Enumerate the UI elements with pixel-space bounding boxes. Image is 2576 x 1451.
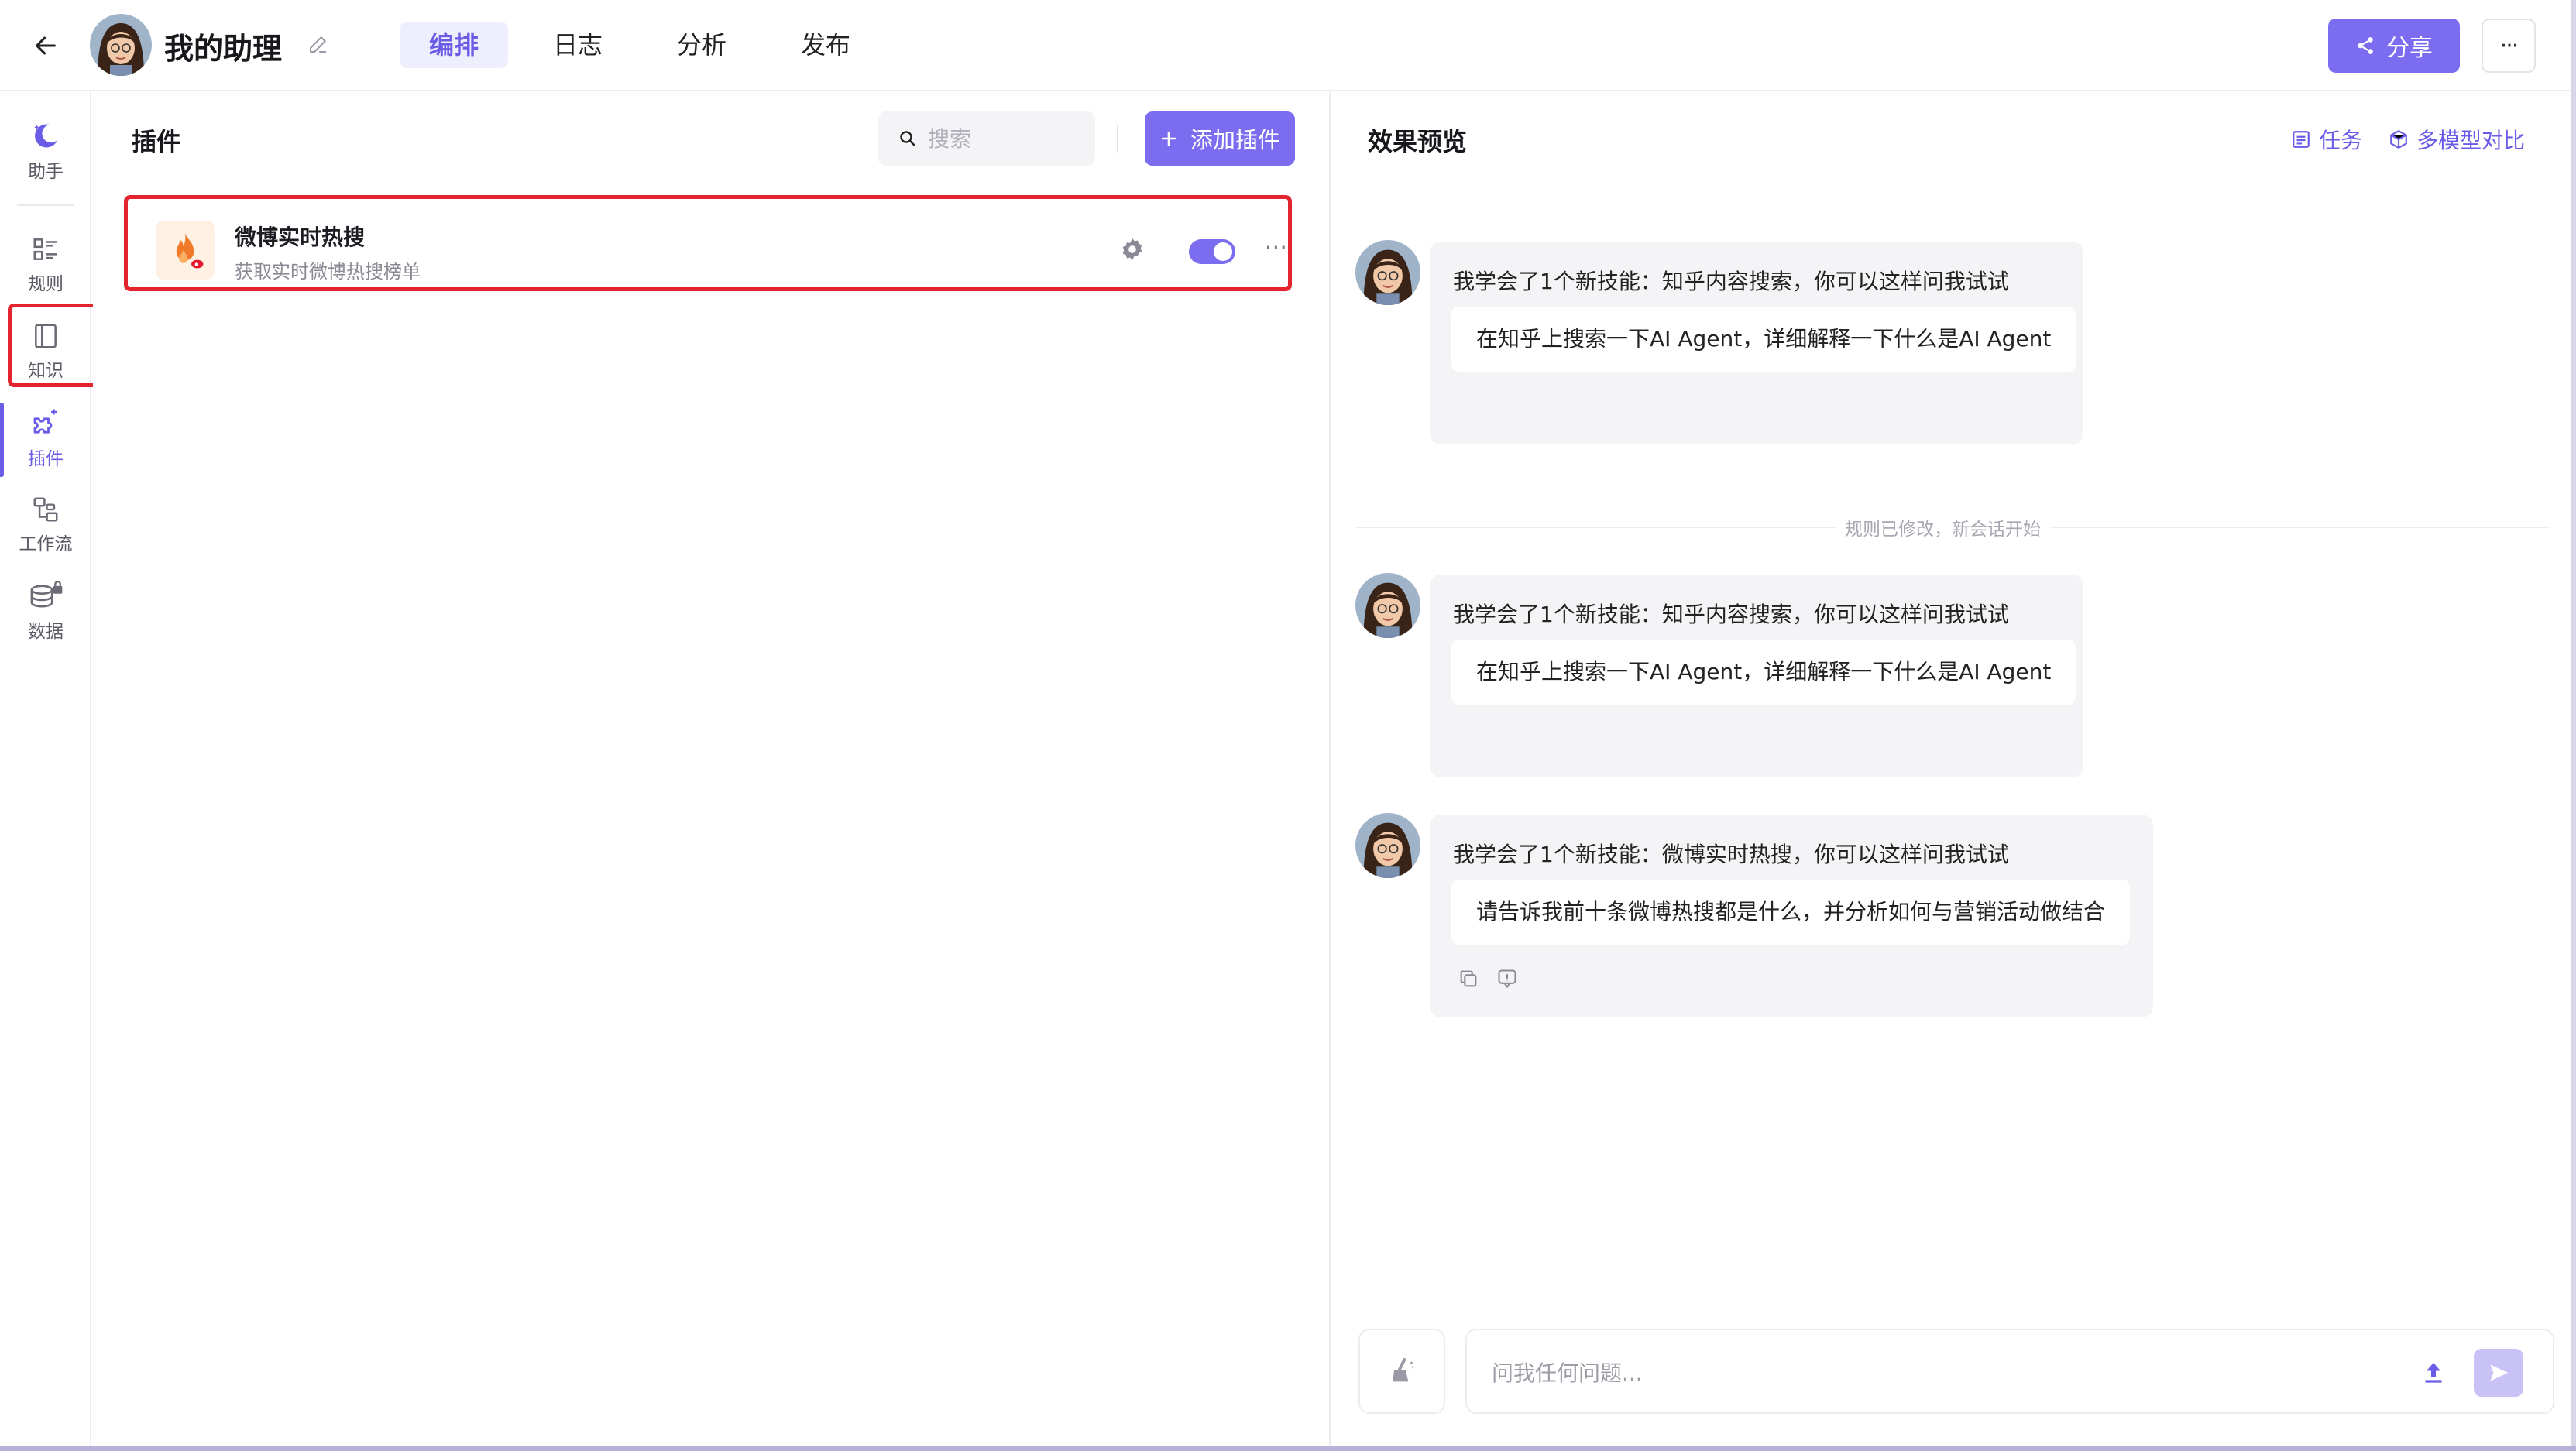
message-intro: 我学会了1个新技能：知乎内容搜索，你可以这样问我试试 xyxy=(1453,269,2009,294)
plugin-search[interactable] xyxy=(878,111,1095,166)
sidebar-item-data[interactable]: 数据 xyxy=(0,573,91,650)
top-bar: 我的助理 编排 日志 分析 发布 分享 ··· xyxy=(0,0,2571,91)
weibo-hot-icon xyxy=(156,221,215,280)
sidebar-item-label: 规则 xyxy=(28,274,64,294)
message-bubble: 我学会了1个新技能：微博实时热搜，你可以这样问我试试 请告诉我前十条微博热搜都是… xyxy=(1430,815,2153,1017)
send-icon xyxy=(2490,1364,2508,1381)
share-icon xyxy=(2358,37,2373,54)
message-intro: 我学会了1个新技能：微博实时热搜，你可以这样问我试试 xyxy=(1453,842,2009,867)
more-options-button[interactable]: ··· xyxy=(2482,19,2536,73)
sidebar-item-label: 插件 xyxy=(28,449,64,469)
assistant-avatar xyxy=(1355,573,1420,638)
preview-title: 效果预览 xyxy=(1368,127,1468,156)
compare-models-button[interactable]: 多模型对比 xyxy=(2389,124,2525,155)
share-label: 分享 xyxy=(2386,35,2433,62)
share-button[interactable]: 分享 xyxy=(2328,19,2460,73)
edit-pencil-icon[interactable] xyxy=(307,33,333,59)
message-intro: 我学会了1个新技能：知乎内容搜索，你可以这样问我试试 xyxy=(1453,602,2009,627)
message-bubble: 我学会了1个新技能：知乎内容搜索，你可以这样问我试试 在知乎上搜索一下AI Ag… xyxy=(1430,242,2083,444)
broom-icon xyxy=(1393,1358,1413,1382)
tab-analysis[interactable]: 分析 xyxy=(647,22,756,68)
copy-icon[interactable] xyxy=(1458,968,1479,990)
app-window: 我的助理 编排 日志 分析 发布 分享 ··· 助手 规则 知识 插件 工作流 … xyxy=(0,0,2576,1446)
plugin-icon xyxy=(33,409,57,434)
rules-icon xyxy=(33,238,57,260)
window-bottom-edge xyxy=(0,1446,2576,1451)
preview-actions: 任务 多模型对比 xyxy=(2291,124,2525,155)
tasks-button[interactable]: 任务 xyxy=(2291,124,2362,155)
assistant-icon xyxy=(34,124,57,148)
sidebar-item-label: 数据 xyxy=(28,622,64,642)
tab-logs[interactable]: 日志 xyxy=(524,22,632,68)
chat-composer xyxy=(1465,1329,2554,1414)
tasks-label: 任务 xyxy=(2318,128,2362,153)
plugin-more-icon[interactable]: ··· xyxy=(1265,235,1288,260)
workflow-icon xyxy=(33,497,58,522)
assistant-avatar xyxy=(1355,813,1420,878)
sidebar-item-plugins[interactable]: 插件 xyxy=(0,400,91,477)
suggested-question[interactable]: 请告诉我前十条微博热搜都是什么，并分析如何与营销活动做结合 xyxy=(1451,880,2131,945)
assistant-avatar xyxy=(90,14,152,76)
back-arrow-icon[interactable] xyxy=(28,28,64,63)
message-bubble: 我学会了1个新技能：知乎内容搜索，你可以这样问我试试 在知乎上搜索一下AI Ag… xyxy=(1430,575,2083,777)
cube-icon xyxy=(2390,130,2407,149)
plus-icon xyxy=(1161,131,1176,146)
search-input[interactable] xyxy=(928,125,1083,152)
database-icon xyxy=(30,581,63,608)
plugin-enable-toggle[interactable] xyxy=(1189,239,1235,264)
suggested-question[interactable]: 在知乎上搜索一下AI Agent，详细解释一下什么是AI Agent xyxy=(1451,307,2076,372)
sidebar-item-assistant[interactable]: 助手 xyxy=(0,113,91,190)
gear-icon[interactable] xyxy=(1119,236,1147,264)
compare-models-label: 多模型对比 xyxy=(2416,128,2525,153)
app-title: 我的助理 xyxy=(164,32,283,66)
toolbar-divider xyxy=(1117,125,1118,153)
tab-orchestrate[interactable]: 编排 xyxy=(400,22,509,68)
suggested-question[interactable]: 在知乎上搜索一下AI Agent，详细解释一下什么是AI Agent xyxy=(1451,640,2076,705)
session-divider-text: 规则已修改，新会话开始 xyxy=(1836,514,2050,540)
upload-icon[interactable] xyxy=(2420,1358,2451,1389)
search-icon xyxy=(900,131,915,146)
sidebar-item-label: 工作流 xyxy=(19,534,73,554)
send-button[interactable] xyxy=(2474,1349,2523,1397)
message-tools xyxy=(1458,968,1518,990)
sidebar-item-label: 助手 xyxy=(28,162,64,182)
top-tabs: 编排 日志 分析 发布 xyxy=(400,22,880,68)
sidebar-item-rules[interactable]: 规则 xyxy=(0,226,91,304)
plugin-panel-title: 插件 xyxy=(132,127,182,156)
plugin-name: 微博实时热搜 xyxy=(235,225,366,250)
preview-panel: 效果预览 任务 多模型对比 我学会了1个新技能：知乎内容搜索，你可以这样问我试试… xyxy=(1332,91,2571,1446)
left-sidebar: 助手 规则 知识 插件 工作流 数据 xyxy=(0,91,91,1446)
plugin-card[interactable]: 微博实时热搜 获取实时微博热搜榜单 ··· xyxy=(124,195,1292,291)
feedback-icon[interactable] xyxy=(1496,968,1518,990)
sidebar-item-workflow[interactable]: 工作流 xyxy=(0,486,91,564)
tasks-icon xyxy=(2293,131,2310,148)
toggle-knob xyxy=(1214,242,1232,261)
window-edge xyxy=(2571,0,2576,1451)
plugin-panel: 插件 添加插件 微博实时热搜 获取实时微博热搜榜单 ··· xyxy=(93,91,1331,1446)
plugin-description: 获取实时微博热搜榜单 xyxy=(235,261,421,283)
add-plugin-button[interactable]: 添加插件 xyxy=(1145,111,1295,166)
chat-input[interactable] xyxy=(1492,1353,2344,1392)
sidebar-divider xyxy=(17,204,74,206)
add-plugin-label: 添加插件 xyxy=(1190,127,1280,153)
tab-publish[interactable]: 发布 xyxy=(771,22,880,68)
clear-context-button[interactable] xyxy=(1358,1329,1445,1414)
assistant-avatar xyxy=(1355,240,1420,305)
